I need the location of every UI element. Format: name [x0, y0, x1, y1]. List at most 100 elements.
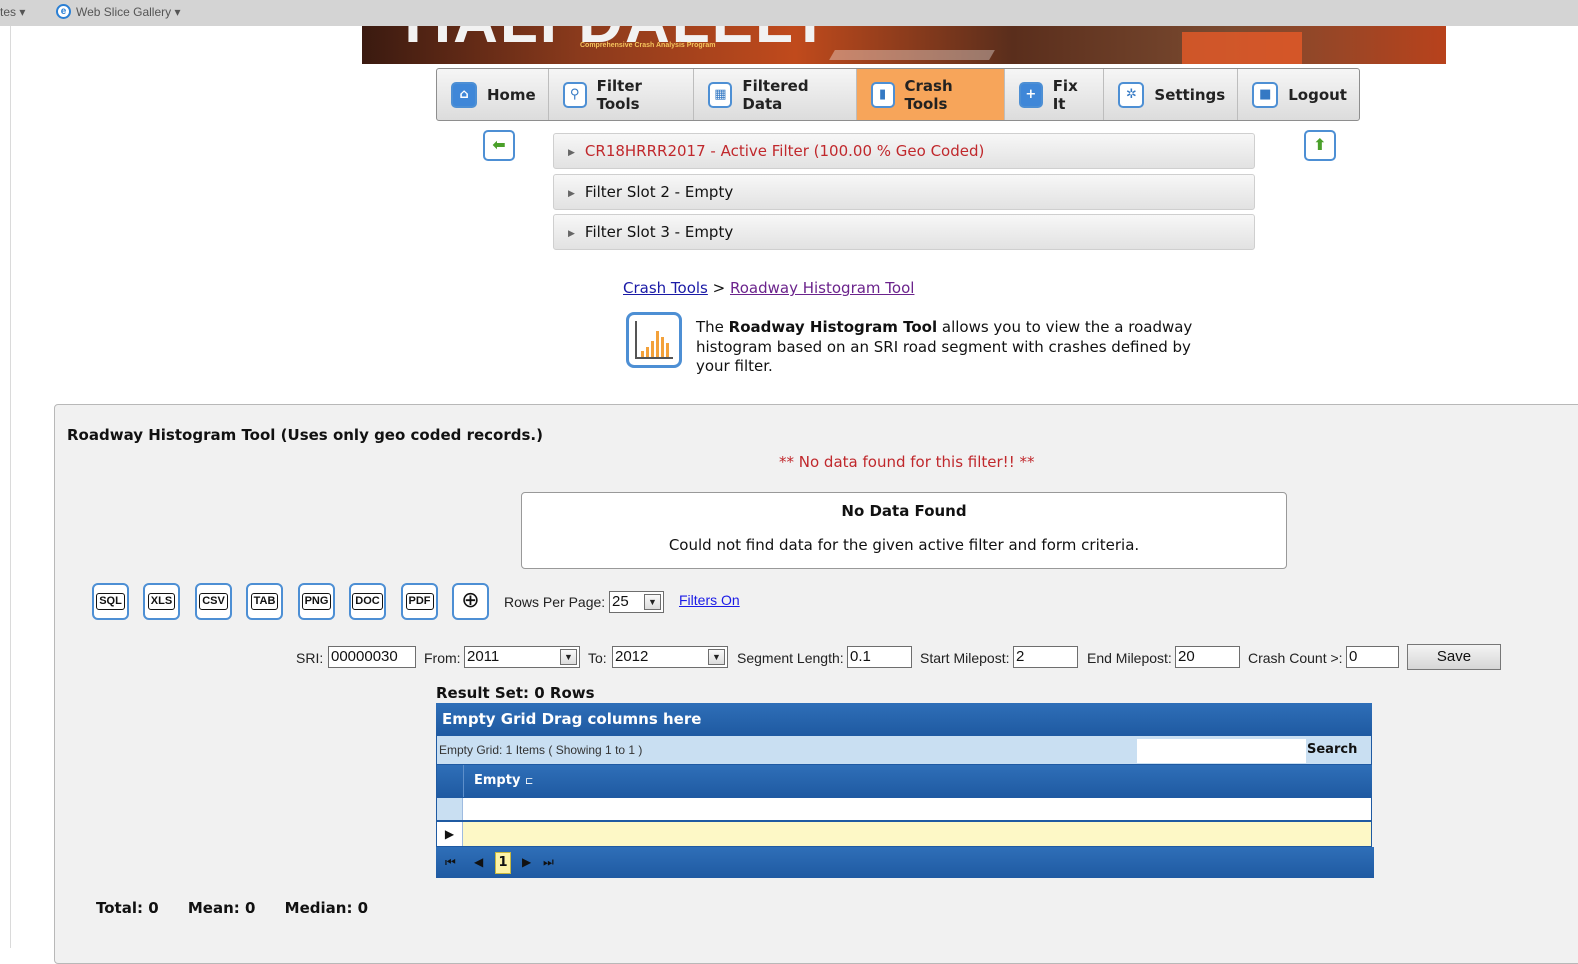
tool-description: The Roadway Histogram Tool allows you to…: [696, 318, 1193, 375]
grid-column-header-row: Empty ⊏: [436, 765, 1372, 797]
end-milepost-label: End Milepost:: [1087, 650, 1172, 666]
nav-home[interactable]: ⌂ Home: [437, 69, 549, 120]
start-milepost-label: Start Milepost:: [920, 650, 1010, 666]
error-message: ** No data found for this filter!! **: [779, 453, 1035, 471]
xls-icon: XLS: [147, 593, 176, 610]
nav-label: Home: [487, 85, 536, 104]
export-csv-button[interactable]: CSV: [195, 583, 232, 620]
nav-label: Crash Tools: [904, 76, 953, 113]
export-pdf-button[interactable]: PDF: [401, 583, 438, 620]
no-data-title: No Data Found: [841, 502, 967, 520]
png-icon: PNG: [301, 593, 332, 610]
favorites-bar: tes ▾ e Web Slice Gallery ▾: [0, 0, 1578, 26]
filter-slot-2[interactable]: ▶ Filter Slot 2 - Empty: [553, 174, 1255, 210]
ie-icon: e: [56, 4, 71, 19]
column-filter-icon[interactable]: ⊏: [525, 776, 533, 787]
web-slice-gallery-link[interactable]: Web Slice Gallery ▾: [76, 5, 181, 19]
end-milepost-input[interactable]: 20: [1175, 646, 1240, 668]
current-page[interactable]: 1: [495, 852, 511, 874]
sql-icon: SQL: [96, 593, 125, 610]
chevron-down-icon: ▼: [708, 649, 725, 665]
segment-length-input[interactable]: 0.1: [847, 646, 912, 668]
column-header-empty[interactable]: Empty ⊏: [474, 773, 533, 788]
grid-search-input[interactable]: [1137, 739, 1306, 763]
breadcrumb-separator: >: [707, 279, 730, 297]
nav-fix-it[interactable]: + Fix It: [1005, 69, 1105, 120]
scroll-top-button[interactable]: ⬆: [1304, 130, 1336, 161]
bar-chart-icon: ▮: [870, 81, 895, 108]
start-milepost-input[interactable]: 2: [1013, 646, 1078, 668]
stat-total: Total: 0: [96, 899, 159, 917]
filter-slot-label: Filter Slot 3 - Empty: [584, 223, 734, 241]
main-nav: ⌂ Home ⚲ Filter Tools ▦ Filtered Data ▮ …: [436, 68, 1360, 121]
chevron-down-icon: ▼: [560, 649, 577, 665]
export-map-button[interactable]: ⊕: [452, 583, 489, 620]
tab-icon: TAB: [250, 593, 279, 610]
from-year-select[interactable]: 2011 ▼: [464, 646, 580, 668]
sri-input[interactable]: 00000030: [328, 646, 416, 668]
from-label: From:: [424, 650, 461, 666]
result-set-count: Result Set: 0 Rows: [436, 684, 595, 702]
nav-label: Fix It: [1052, 76, 1078, 113]
up-arrow-icon: ⬆: [1313, 135, 1327, 154]
result-grid: Empty Grid Drag columns here Empty Grid:…: [436, 703, 1374, 878]
export-sql-button[interactable]: SQL: [92, 583, 129, 620]
export-xls-button[interactable]: XLS: [143, 583, 180, 620]
no-data-box: No Data Found Could not find data for th…: [521, 492, 1287, 569]
nav-filtered-data[interactable]: ▦ Filtered Data: [694, 69, 857, 120]
chevron-down-icon: ▼: [644, 594, 661, 610]
from-year-value: 2011: [467, 648, 500, 665]
banner-subtitle: Comprehensive Crash Analysis Program: [580, 42, 716, 49]
rows-per-page-select[interactable]: 25 ▼: [609, 591, 664, 613]
expand-triangle-icon: ▶: [568, 189, 575, 199]
expand-triangle-icon: ▶: [568, 148, 575, 158]
grid-group-header[interactable]: Empty Grid Drag columns here: [436, 703, 1372, 735]
grid-search-button[interactable]: Search: [1307, 736, 1357, 764]
calculator-icon: ▦: [708, 81, 733, 108]
crash-count-label: Crash Count >:: [1248, 650, 1343, 666]
first-page-icon[interactable]: ⏮: [445, 855, 456, 870]
prev-page-icon[interactable]: ◀: [474, 855, 483, 869]
page-left-border: [10, 26, 11, 948]
crash-count-input[interactable]: 0: [1346, 646, 1399, 668]
back-arrow-button[interactable]: ⬅: [483, 130, 515, 161]
save-button[interactable]: Save: [1407, 644, 1501, 670]
nav-label: Logout: [1288, 85, 1347, 104]
nav-settings[interactable]: ✲ Settings: [1104, 69, 1239, 120]
export-tab-button[interactable]: TAB: [246, 583, 283, 620]
left-arrow-icon: ⬅: [492, 135, 506, 154]
next-page-icon[interactable]: ▶: [522, 855, 531, 869]
breadcrumb-crash-tools[interactable]: Crash Tools: [623, 279, 708, 297]
breadcrumb: Crash Tools > Roadway Histogram Tool: [623, 279, 914, 297]
favorites-label[interactable]: tes ▾: [0, 5, 25, 19]
sri-label: SRI:: [296, 650, 324, 666]
histogram-panel: [54, 404, 1578, 964]
grid-item-count: Empty Grid: 1 Items ( Showing 1 to 1 ): [439, 743, 643, 757]
to-year-select[interactable]: 2012 ▼: [612, 646, 728, 668]
last-page-icon[interactable]: ⏭: [543, 855, 554, 870]
csv-icon: CSV: [199, 593, 228, 610]
table-row[interactable]: ▶: [436, 821, 1372, 847]
filters-on-link[interactable]: Filters On: [679, 592, 740, 608]
filter-slot-3[interactable]: ▶ Filter Slot 3 - Empty: [553, 214, 1255, 250]
export-doc-button[interactable]: DOC: [349, 583, 386, 620]
no-data-text: Could not find data for the given active…: [668, 536, 1140, 554]
plus-icon: +: [1018, 81, 1043, 108]
histogram-icon: [626, 312, 682, 368]
home-icon: ⌂: [451, 81, 477, 108]
nav-crash-tools[interactable]: ▮ Crash Tools: [856, 69, 1005, 120]
filter-slot-label: Filter Slot 2 - Empty: [584, 183, 734, 201]
magnifier-icon: ⚲: [562, 81, 587, 108]
breadcrumb-current[interactable]: Roadway Histogram Tool: [730, 279, 914, 297]
export-png-button[interactable]: PNG: [298, 583, 335, 620]
row-header-stub: [437, 765, 464, 797]
panel-title: Roadway Histogram Tool (Uses only geo co…: [67, 426, 543, 444]
filter-slot-1[interactable]: ▶ CR18HRRR2017 - Active Filter (100.00 % …: [553, 133, 1255, 169]
globe-icon: ⊕: [461, 588, 480, 613]
nav-logout[interactable]: ■ Logout: [1238, 69, 1359, 120]
nav-filter-tools[interactable]: ⚲ Filter Tools: [549, 69, 695, 120]
table-row[interactable]: [436, 797, 1372, 821]
pdf-icon: PDF: [405, 593, 434, 610]
histogram-stats: Total: 0 Mean: 0 Median: 0: [96, 899, 392, 917]
filter-slot-label: CR18HRRR2017 - Active Filter (100.00 % G…: [584, 142, 985, 160]
